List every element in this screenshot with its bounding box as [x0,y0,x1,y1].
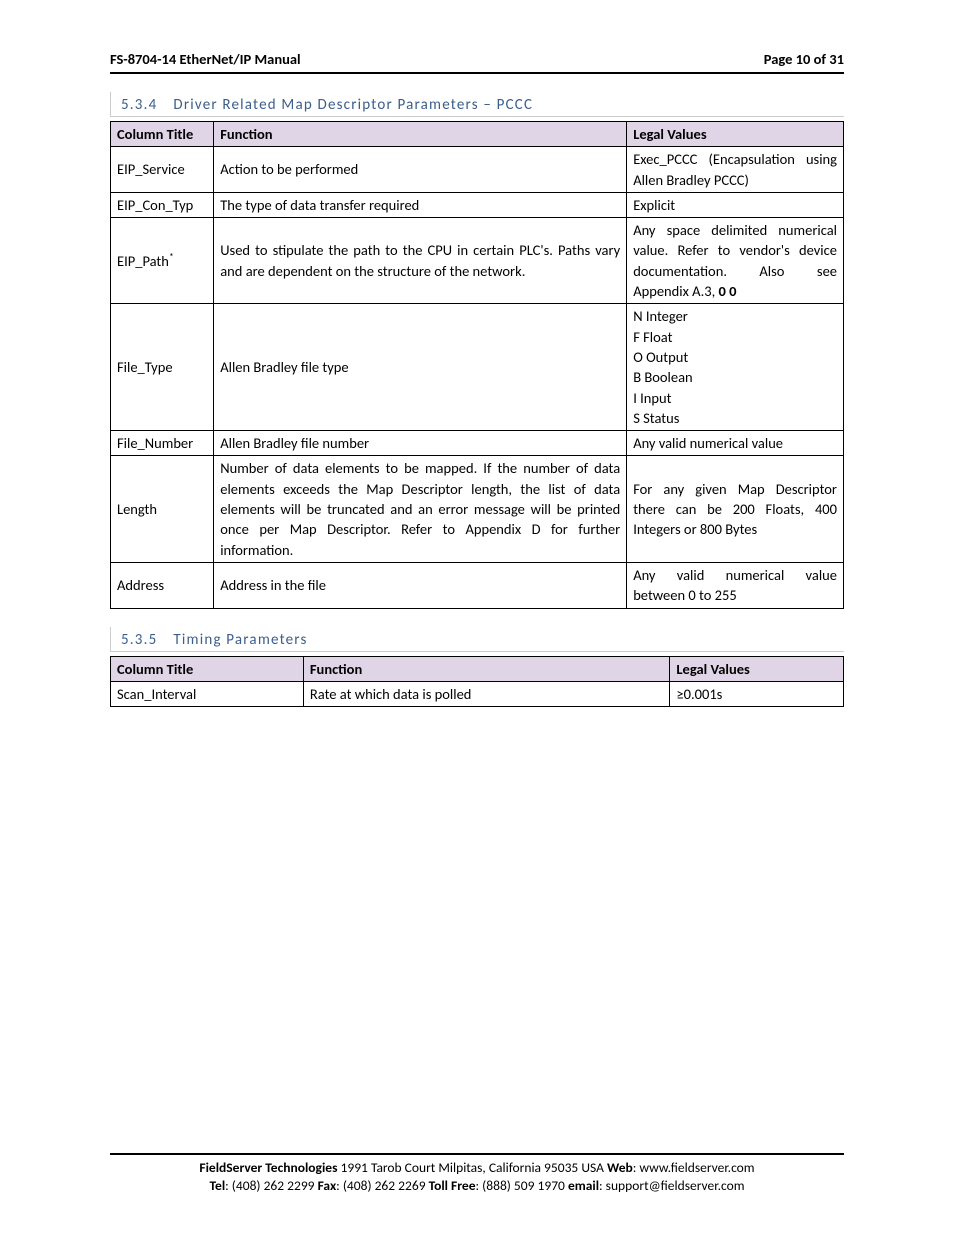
timing-params-table: Column Title Function Legal Values Scan_… [110,656,844,708]
th-function: Function [303,656,670,681]
table-row: File_Type Allen Bradley file type N Inte… [111,304,844,431]
table-row: EIP_Con_Typ The type of data transfer re… [111,192,844,217]
cell-column-title: Length [111,456,214,562]
footer-line-1: FieldServer Technologies 1991 Tarob Cour… [110,1159,844,1177]
th-column-title: Column Title [111,656,304,681]
table-row: Scan_Interval Rate at which data is poll… [111,681,844,706]
footnote-marker: * [169,250,174,263]
cell-function: Allen Bradley file type [214,304,627,431]
cell-column-title: EIP_Service [111,147,214,193]
section-535-number: 5.3.5 [121,631,157,649]
header-right: Page 10 of 31 [764,50,844,68]
section-534-title: Driver Related Map Descriptor Parameters… [173,96,533,114]
section-534-heading: 5.3.4 Driver Related Map Descriptor Param… [110,92,844,117]
cell-function: Address in the file [214,562,627,608]
table-header-row: Column Title Function Legal Values [111,656,844,681]
cell-function: The type of data transfer required [214,192,627,217]
table-row: File_Number Allen Bradley file number An… [111,431,844,456]
section-535-title: Timing Parameters [173,631,307,649]
cell-column-title: Scan_Interval [111,681,304,706]
pccc-params-table: Column Title Function Legal Values EIP_S… [110,121,844,609]
cell-column-title: EIP_Con_Typ [111,192,214,217]
cell-legal-values: Any space delimited numerical value. Ref… [627,218,844,304]
cell-legal-values: For any given Map Descriptor there can b… [627,456,844,562]
cell-function: Allen Bradley file number [214,431,627,456]
cell-column-title: EIP_Path* [111,218,214,304]
page-footer: FieldServer Technologies 1991 Tarob Cour… [110,1153,844,1195]
cell-legal-values: ≥0.001s [670,681,844,706]
cell-legal-values: Exec_PCCC (Encapsulation using Allen Bra… [627,147,844,193]
cell-legal-values: Any valid numerical value [627,431,844,456]
cell-column-title: Address [111,562,214,608]
cell-column-title: File_Type [111,304,214,431]
section-534-number: 5.3.4 [121,96,157,114]
footer-line-2: Tel: (408) 262 2299 Fax: (408) 262 2269 … [110,1177,844,1195]
th-function: Function [214,122,627,147]
header-left: FS-8704-14 EtherNet/IP Manual [110,50,301,68]
page-header: FS-8704-14 EtherNet/IP Manual Page 10 of… [110,50,844,74]
cell-function: Used to stipulate the path to the CPU in… [214,218,627,304]
cell-legal-values: Explicit [627,192,844,217]
th-column-title: Column Title [111,122,214,147]
cell-column-title: File_Number [111,431,214,456]
cell-legal-values: N Integer F Float O Output B Boolean I I… [627,304,844,431]
section-535-heading: 5.3.5 Timing Parameters [110,627,844,652]
table-header-row: Column Title Function Legal Values [111,122,844,147]
cell-function: Rate at which data is polled [303,681,670,706]
table-row: EIP_Service Action to be performed Exec_… [111,147,844,193]
th-legal-values: Legal Values [670,656,844,681]
cell-legal-values: Any valid numerical value between 0 to 2… [627,562,844,608]
th-legal-values: Legal Values [627,122,844,147]
table-row: Address Address in the file Any valid nu… [111,562,844,608]
cell-function: Action to be performed [214,147,627,193]
cell-function: Number of data elements to be mapped. If… [214,456,627,562]
table-row: EIP_Path* Used to stipulate the path to … [111,218,844,304]
table-row: Length Number of data elements to be map… [111,456,844,562]
